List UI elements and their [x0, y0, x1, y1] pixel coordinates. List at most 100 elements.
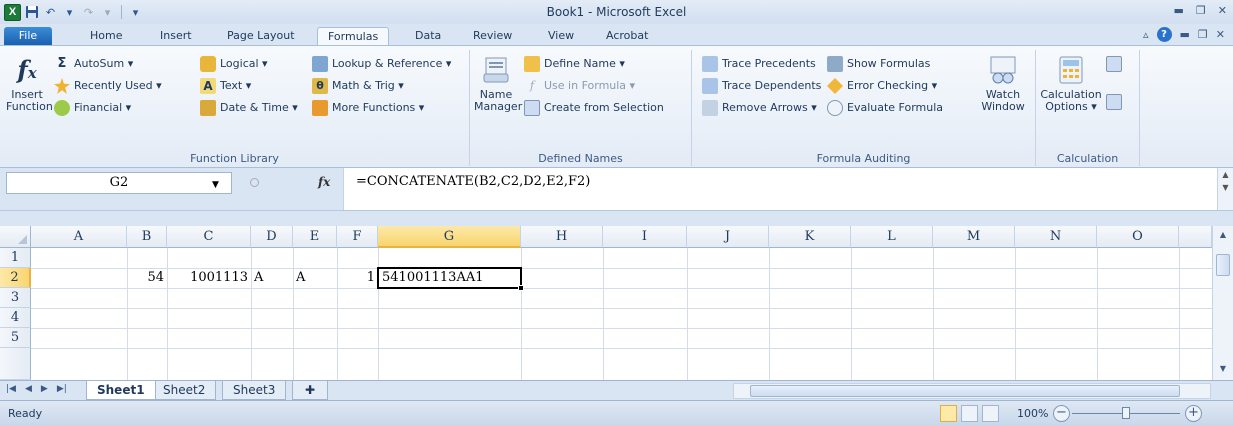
page-break-view-icon[interactable] [982, 405, 999, 422]
column-header-g[interactable]: G [378, 226, 521, 248]
workbook-restore-icon[interactable]: ❐ [1198, 28, 1208, 41]
tab-review[interactable]: Review [463, 27, 522, 45]
math-trig-button[interactable]: θ Math & Trig ▾ [312, 76, 404, 96]
calculation-options-button[interactable]: Calculation Options ▾ [1040, 54, 1102, 113]
horizontal-scrollbar[interactable] [733, 383, 1211, 399]
fill-handle[interactable] [518, 285, 524, 291]
cell-e2[interactable]: A [293, 268, 337, 288]
sheet-tab-sheet3[interactable]: Sheet3 [222, 381, 287, 400]
tab-view[interactable]: View [538, 27, 584, 45]
text-button[interactable]: A Text ▾ [200, 76, 251, 96]
minimize-ribbon-icon[interactable]: ▵ [1143, 28, 1149, 41]
normal-view-icon[interactable] [940, 405, 957, 422]
row-header-2[interactable]: 2 [0, 268, 31, 288]
watch-window-button[interactable]: Watch Window [978, 54, 1028, 113]
row-header-5[interactable]: 5 [0, 328, 31, 348]
chevron-up-icon[interactable]: ▲ [1222, 170, 1228, 179]
column-header-n[interactable]: N [1015, 226, 1097, 248]
scroll-up-icon[interactable]: ▲ [1213, 230, 1233, 239]
zoom-slider-thumb[interactable] [1122, 407, 1130, 419]
cell-f2[interactable]: 1 [337, 268, 378, 288]
column-header-a[interactable]: A [31, 226, 127, 248]
tab-acrobat[interactable]: Acrobat [596, 27, 658, 45]
evaluate-formula-button[interactable]: Evaluate Formula [827, 98, 943, 118]
financial-button[interactable]: Financial ▾ [54, 98, 131, 118]
date-time-button[interactable]: Date & Time ▾ [200, 98, 298, 118]
column-header-m[interactable]: M [933, 226, 1015, 248]
worksheet-grid[interactable]: A B C D E F G H I J K L M N O 1 2 3 4 5 … [0, 226, 1233, 380]
use-in-formula-button[interactable]: f Use in Formula ▾ [524, 76, 635, 96]
restore-icon[interactable]: ❐ [1196, 4, 1206, 17]
zoom-out-icon[interactable]: − [1053, 405, 1070, 422]
scroll-down-icon[interactable]: ▼ [1213, 364, 1233, 373]
tab-formulas[interactable]: Formulas [317, 27, 390, 45]
column-header-i[interactable]: I [603, 226, 687, 248]
calculate-now-button[interactable] [1106, 54, 1122, 74]
recently-used-button[interactable]: Recently Used ▾ [54, 76, 162, 96]
chevron-down-icon[interactable]: ▼ [1222, 183, 1228, 192]
help-icon[interactable]: ? [1156, 27, 1172, 42]
zoom-in-icon[interactable]: + [1185, 405, 1202, 422]
select-all-corner[interactable] [0, 226, 31, 248]
name-box-dropdown-icon[interactable]: ▼ [212, 180, 219, 190]
cell-c2[interactable]: 1001113 [167, 268, 251, 288]
column-header-d[interactable]: D [251, 226, 293, 248]
tab-data[interactable]: Data [405, 27, 451, 45]
sheet-tab-sheet1[interactable]: Sheet1 [86, 381, 156, 400]
prev-sheet-icon[interactable]: ◀ [25, 384, 32, 394]
insert-sheet-button[interactable]: ✚ [292, 381, 328, 400]
zoom-level[interactable]: 100% [1017, 407, 1048, 420]
row-header-6[interactable] [0, 348, 31, 380]
minimize-icon[interactable]: ▬ [1174, 4, 1184, 17]
calculate-sheet-button[interactable] [1106, 92, 1122, 112]
autosum-button[interactable]: Σ AutoSum ▾ [54, 54, 134, 74]
active-cell-g2[interactable]: 541001113AA1 [377, 267, 524, 291]
tab-page-layout[interactable]: Page Layout [217, 27, 305, 45]
insert-function-fx-icon[interactable]: fx [318, 175, 330, 189]
trace-dependents-button[interactable]: Trace Dependents [702, 76, 821, 96]
tab-home[interactable]: Home [80, 27, 132, 45]
vertical-scroll-thumb[interactable] [1216, 254, 1230, 276]
close-icon[interactable]: ✕ [1218, 4, 1227, 17]
define-name-button[interactable]: Define Name ▾ [524, 54, 625, 74]
workbook-minimize-icon[interactable]: ▬ [1180, 28, 1190, 41]
create-from-selection-button[interactable]: Create from Selection [524, 98, 664, 118]
column-header-k[interactable]: K [769, 226, 851, 248]
formula-bar-expand[interactable]: ▲ ▼ [1217, 168, 1233, 210]
workbook-close-icon[interactable]: ✕ [1216, 28, 1225, 41]
lookup-reference-button[interactable]: Lookup & Reference ▾ [312, 54, 451, 74]
logical-button[interactable]: Logical ▾ [200, 54, 268, 74]
show-formulas-button[interactable]: Show Formulas [827, 54, 930, 74]
row-header-3[interactable]: 3 [0, 288, 31, 308]
column-header-e[interactable]: E [293, 226, 337, 248]
cell-b2[interactable]: 54 [127, 268, 167, 288]
row-header-1[interactable]: 1 [0, 248, 31, 268]
column-header-l[interactable]: L [851, 226, 933, 248]
column-header-j[interactable]: J [687, 226, 769, 248]
insert-function-button[interactable]: fx Insert Function [6, 54, 53, 113]
tab-insert[interactable]: Insert [150, 27, 202, 45]
error-checking-button[interactable]: Error Checking ▾ [827, 76, 937, 96]
tab-file[interactable]: File [4, 27, 52, 45]
vertical-scrollbar[interactable]: ▲ ▼ [1212, 226, 1233, 380]
last-sheet-icon[interactable]: ▶| [57, 384, 67, 394]
column-header-f[interactable]: F [337, 226, 378, 248]
column-header-h[interactable]: H [521, 226, 603, 248]
more-functions-button[interactable]: More Functions ▾ [312, 98, 424, 118]
sheet-tab-sheet2[interactable]: Sheet2 [152, 381, 217, 400]
row-header-4[interactable]: 4 [0, 308, 31, 328]
next-sheet-icon[interactable]: ▶ [41, 384, 48, 394]
remove-arrows-button[interactable]: Remove Arrows ▾ [702, 98, 817, 118]
name-box[interactable]: G2 [6, 172, 232, 194]
cell-d2[interactable]: A [251, 268, 293, 288]
formula-bar-splitter[interactable] [250, 178, 259, 187]
column-header-b[interactable]: B [127, 226, 167, 248]
formula-input[interactable]: =CONCATENATE(B2,C2,D2,E2,F2) [343, 168, 1217, 210]
name-manager-button[interactable]: Name Manager [474, 54, 522, 113]
trace-precedents-button[interactable]: Trace Precedents [702, 54, 816, 74]
page-layout-view-icon[interactable] [961, 405, 978, 422]
horizontal-scroll-thumb[interactable] [750, 385, 1180, 397]
column-header-o[interactable]: O [1097, 226, 1179, 248]
column-header-c[interactable]: C [167, 226, 251, 248]
first-sheet-icon[interactable]: |◀ [6, 384, 16, 394]
